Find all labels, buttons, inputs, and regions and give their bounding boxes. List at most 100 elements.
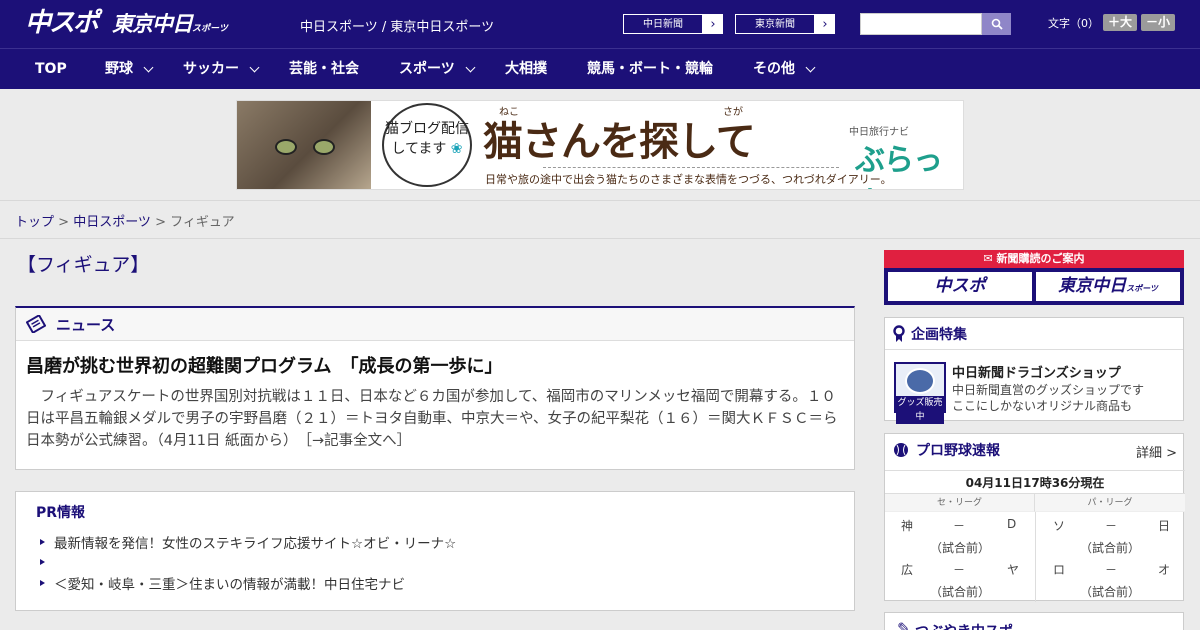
- breadcrumb-separator: >: [54, 215, 74, 230]
- game-status: （試合前）: [929, 541, 990, 555]
- feature-header-title: 企画特集: [911, 326, 967, 343]
- font-smaller-button[interactable]: －小: [1141, 14, 1176, 31]
- pacific-league-label: パ・リーグ: [1035, 494, 1185, 512]
- banner-title: 猫さんを探して: [483, 119, 756, 165]
- banner-brand: ぶらっ人: [855, 143, 943, 189]
- subscribe-tokyo-chunichi-button[interactable]: 東京中日スポーツ: [1036, 272, 1180, 301]
- cat-photo: [237, 101, 371, 189]
- pr-item[interactable]: [40, 554, 54, 570]
- cat-blog-banner[interactable]: 猫ブログ配信してます ❀ 猫さんを探して ねこ さが 日常や旅の途中で出会う猫た…: [236, 100, 964, 190]
- tweet-box: ✎ つぶやき中スポ: [884, 612, 1184, 630]
- baseball-detail-link[interactable]: 詳細 >: [1136, 442, 1177, 461]
- game-home-team: ソ: [1053, 519, 1066, 533]
- nav-soccer[interactable]: サッカー: [183, 49, 260, 89]
- pr-title: PR情報: [36, 505, 86, 521]
- nav-racing-label: 競馬・ボート・競輪: [587, 61, 713, 77]
- tokyo-chunichi-logo-text: 東京中日: [112, 12, 193, 36]
- nav-top-label: TOP: [35, 61, 67, 77]
- pr-box: PR情報 最新情報を発信！女性のステキライフ応援サイト☆オビ・リーナ☆ ＜愛知・…: [15, 491, 855, 611]
- ticket-icon: ✉: [983, 252, 997, 265]
- font-size-control: 文字（0） ＋大 －小: [1048, 14, 1176, 31]
- banner-ruby-neko: ねこ: [499, 107, 519, 118]
- dragons-shop-thumbnail-label: グッズ販売中: [896, 396, 944, 424]
- game-score: －: [1105, 519, 1118, 533]
- game-away-team: D: [1007, 517, 1017, 531]
- nav-top[interactable]: TOP: [35, 49, 67, 89]
- newspaper-icon: [26, 315, 46, 333]
- pr-item-label: 最新情報を発信！女性のステキライフ応援サイト☆オビ・リーナ☆: [54, 536, 457, 552]
- chuspo-logo[interactable]: 中スポ: [25, 8, 99, 38]
- bird-icon: ✎: [897, 619, 911, 630]
- nav-entertainment-label: 芸能・社会: [289, 61, 359, 77]
- tokyo-shimbun-button[interactable]: 東京新聞 ›: [734, 13, 836, 35]
- nav-other-label: その他: [753, 61, 795, 77]
- news-headline[interactable]: 昌磨が挑む世界初の超難関プログラム 「成長の第一歩に」: [26, 352, 502, 378]
- nav-sumo[interactable]: 大相撲: [505, 49, 547, 89]
- baseball-icon: [894, 443, 908, 457]
- bullet-icon: [40, 580, 45, 586]
- chevron-down-icon: [249, 62, 260, 72]
- nav-entertainment[interactable]: 芸能・社会: [289, 49, 359, 89]
- chevron-right-icon: ›: [710, 16, 716, 32]
- chevron-down-icon: [143, 62, 154, 72]
- breadcrumb-section[interactable]: 中日スポーツ: [73, 215, 151, 230]
- game-status: （試合前）: [1079, 585, 1140, 599]
- tokyo-shimbun-label: 東京新聞: [735, 14, 815, 34]
- breadcrumb: トップ > 中日スポーツ > フィギュア: [15, 211, 235, 230]
- subscribe-chuspo-button[interactable]: 中スポ: [888, 272, 1032, 301]
- search-input[interactable]: [860, 13, 982, 35]
- tweet-box-title: つぶやき中スポ: [915, 621, 1013, 630]
- nav-racing[interactable]: 競馬・ボート・競輪: [587, 49, 713, 89]
- feature-header: 企画特集: [885, 318, 1183, 350]
- news-box: ニュース 昌磨が挑む世界初の超難関プログラム 「成長の第一歩に」 フィギュアスケ…: [15, 306, 855, 470]
- banner-divider: [543, 167, 839, 168]
- pr-item[interactable]: ＜愛知・岐阜・三重＞住まいの情報が満載！中日住宅ナビ: [40, 573, 405, 593]
- tokyo-chunichi-logo[interactable]: 東京中日スポーツ: [112, 10, 228, 38]
- breadcrumb-current: フィギュア: [170, 215, 235, 230]
- banner-ruby-saga: さが: [723, 107, 743, 118]
- nav-baseball-label: 野球: [105, 61, 133, 77]
- breadcrumb-top[interactable]: トップ: [15, 215, 54, 230]
- nav-sports[interactable]: スポーツ: [399, 49, 476, 89]
- subscribe-tokyo-chunichi-small: スポーツ: [1126, 284, 1158, 293]
- feature-desc-line: ここにしかないオリジナル商品も: [952, 399, 1133, 413]
- feature-description: 中日新聞直営のグッズショップです ここにしかないオリジナル商品も: [952, 382, 1144, 414]
- nav-baseball[interactable]: 野球: [105, 49, 154, 89]
- site-header: 中スポ 東京中日スポーツ 中日スポーツ / 東京中日スポーツ 中日新聞 › 東京新…: [0, 0, 1200, 48]
- dragons-shop-thumbnail[interactable]: グッズ販売中: [894, 362, 946, 424]
- baseball-header-title: プロ野球速報: [916, 443, 1000, 459]
- font-larger-button[interactable]: ＋大: [1103, 14, 1138, 31]
- search-button[interactable]: [982, 13, 1011, 35]
- pr-item[interactable]: 最新情報を発信！女性のステキライフ応援サイト☆オビ・リーナ☆: [40, 532, 456, 552]
- subscription-box: ✉ 新聞購読のご案内 中スポ 東京中日スポーツ: [884, 250, 1184, 305]
- cat-eye-right: [313, 139, 335, 155]
- page-title: 【フィギュア】: [17, 254, 150, 276]
- nav-sports-label: スポーツ: [399, 61, 455, 77]
- pr-item-label: ＜愛知・岐阜・三重＞住まいの情報が満載！中日住宅ナビ: [54, 577, 405, 593]
- chunichi-shimbun-label: 中日新聞: [623, 14, 703, 34]
- game-score: －: [953, 563, 966, 577]
- game-home-team: ロ: [1053, 563, 1066, 577]
- chevron-down-icon: [805, 62, 816, 72]
- chevron-down-icon: [465, 62, 476, 72]
- feature-title[interactable]: 中日新聞ドラゴンズショップ: [952, 362, 1121, 381]
- nav-soccer-label: サッカー: [183, 61, 239, 77]
- paw-icon: ❀: [450, 141, 463, 157]
- game-away-team: 日: [1158, 519, 1171, 533]
- header-site-links[interactable]: 中日スポーツ / 東京中日スポーツ: [300, 16, 494, 35]
- game-score: －: [953, 519, 966, 533]
- news-body[interactable]: フィギュアスケートの世界国別対抗戦は１１日、日本など６カ国が参加して、福岡市のマ…: [26, 386, 846, 452]
- breadcrumb-bar: トップ > 中日スポーツ > フィギュア: [0, 200, 1200, 239]
- nav-other[interactable]: その他: [753, 49, 816, 89]
- nav-sumo-label: 大相撲: [505, 61, 547, 77]
- game-score: －: [1105, 563, 1118, 577]
- game-status: （試合前）: [1079, 541, 1140, 555]
- breadcrumb-separator: >: [150, 215, 171, 230]
- subscription-header-text: 新聞購読のご案内: [996, 252, 1085, 265]
- game-status: （試合前）: [929, 585, 990, 599]
- news-header-title: ニュース: [56, 315, 116, 334]
- news-header: ニュース: [16, 308, 854, 341]
- game-home-team: 神: [901, 519, 914, 533]
- feature-box: 企画特集 グッズ販売中 中日新聞ドラゴンズショップ 中日新聞直営のグッズショップ…: [884, 317, 1184, 424]
- chunichi-shimbun-button[interactable]: 中日新聞 ›: [622, 13, 724, 35]
